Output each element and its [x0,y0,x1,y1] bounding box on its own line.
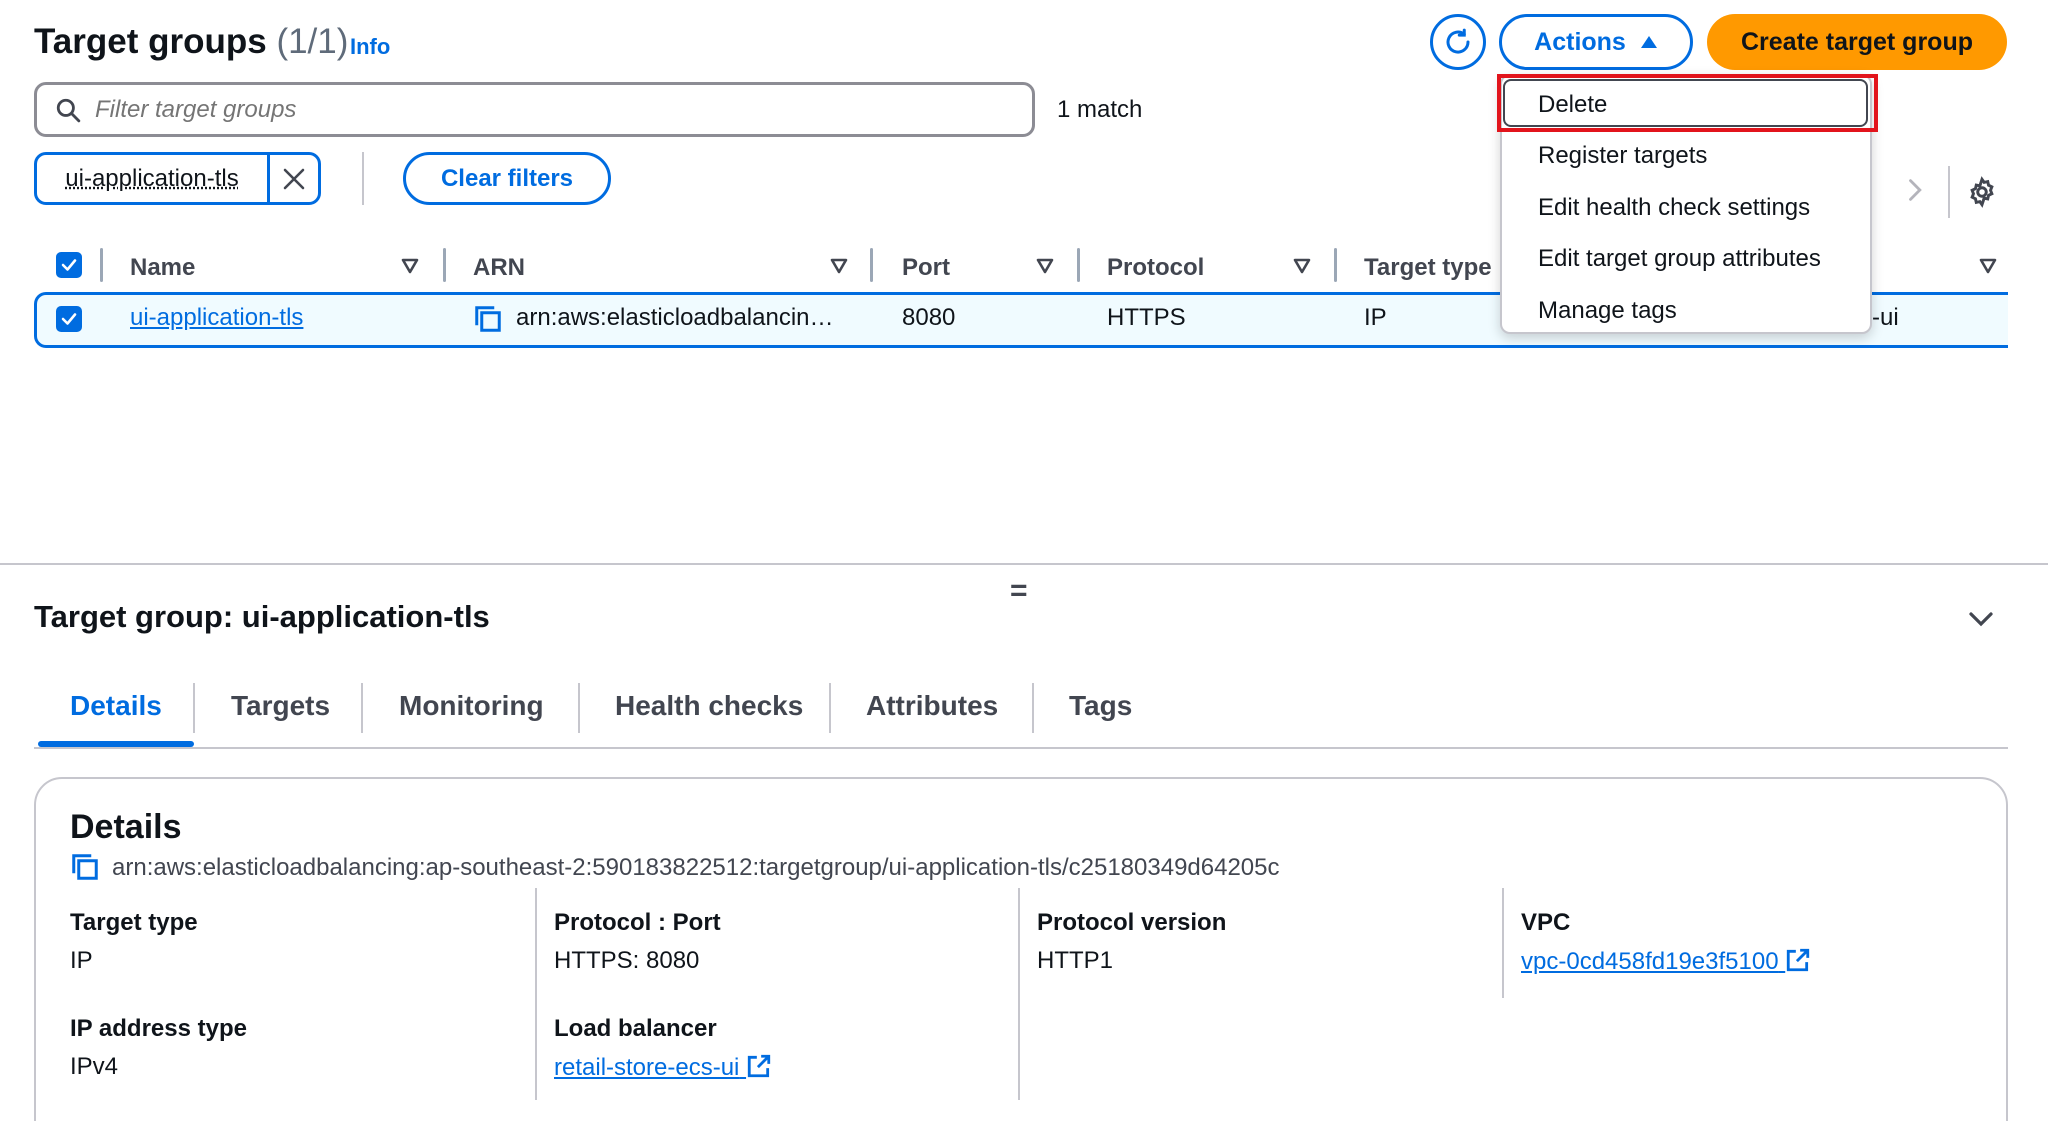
filter-box[interactable] [34,82,1035,137]
vpc-link-text: vpc-0cd458fd19e3f5100 [1521,948,1779,975]
protocol-port-label: Protocol : Port [554,909,721,936]
chevron-right-icon[interactable] [1900,176,1928,204]
split-panel-divider[interactable] [0,563,2048,565]
tab-divider [361,683,363,733]
vpc-link[interactable]: vpc-0cd458fd19e3f5100 [1521,947,1811,976]
close-icon [283,168,305,189]
delete-highlight-box [1497,74,1878,132]
gear-icon[interactable] [1966,176,1998,208]
protocol-version-value: HTTP1 [1037,947,1114,974]
tab-attributes[interactable]: Attributes [866,690,998,722]
search-icon [56,98,81,122]
chevron-down-icon[interactable] [1966,604,1996,634]
menu-item-manage-tags[interactable]: Manage tags [1538,297,1677,325]
details-heading: Details [70,808,182,846]
menu-item-edit-attributes[interactable]: Edit target group attributes [1538,245,1821,273]
copy-icon[interactable] [473,304,503,334]
vpc-label: VPC [1521,909,1571,936]
column-header-port[interactable]: Port [902,248,950,288]
filter-input[interactable] [95,95,975,124]
refresh-icon [1446,28,1470,54]
ip-address-type-label: IP address type [70,1015,247,1042]
tab-divider [829,683,831,733]
tab-health-checks[interactable]: Health checks [615,690,803,722]
arn-cell: arn:aws:elasticloadbalancin… [516,304,834,331]
refresh-button[interactable] [1430,14,1486,70]
load-balancer-label: Load balancer [554,1015,717,1042]
divider [1948,166,1950,218]
row-checkbox[interactable] [56,306,82,332]
check-icon [61,313,77,325]
selection-count: (1/1) [276,22,349,61]
column-divider [1077,248,1080,282]
menu-item-edit-health-check[interactable]: Edit health check settings [1538,194,1810,222]
sort-icon[interactable] [1035,256,1055,276]
column-header-name[interactable]: Name [130,248,195,288]
filter-token-label[interactable]: ui-application-tls [37,155,267,202]
target-type-value: IP [70,947,93,974]
ip-address-type-value: IPv4 [70,1053,119,1080]
protocol-cell: HTTPS [1107,304,1186,331]
tab-details[interactable]: Details [70,690,162,722]
copy-icon[interactable] [70,852,100,882]
column-header-protocol[interactable]: Protocol [1107,248,1204,288]
tab-divider [193,683,195,733]
check-icon [61,259,77,271]
sort-icon[interactable] [1292,256,1312,276]
remove-filter-button[interactable] [267,155,318,202]
page-title-text: Target groups [34,22,267,61]
menu-item-register-targets[interactable]: Register targets [1538,142,1707,170]
clear-filters-button[interactable]: Clear filters [403,152,611,205]
column-divider [100,248,103,282]
port-cell: 8080 [902,304,956,331]
details-arn: arn:aws:elasticloadbalancing:ap-southeas… [112,854,1280,881]
sort-icon[interactable] [400,256,420,276]
column-header-arn[interactable]: ARN [473,248,525,288]
tab-tags[interactable]: Tags [1069,690,1132,722]
column-divider [535,888,537,1100]
tab-monitoring[interactable]: Monitoring [399,690,544,722]
info-link[interactable]: Info [350,34,390,60]
tab-divider [578,683,580,733]
select-all-checkbox[interactable] [56,252,82,278]
external-link-icon [747,1054,771,1078]
actions-label: Actions [1534,27,1626,56]
column-divider [1018,888,1020,1100]
load-balancer-link[interactable]: retail-store-ecs-ui [554,1053,772,1082]
caret-up-icon [1640,36,1657,48]
create-target-group-button[interactable]: Create target group [1707,14,2007,70]
external-link-icon [1787,948,1810,972]
column-divider [870,248,873,282]
protocol-version-label: Protocol version [1037,909,1227,936]
tab-divider [1032,683,1034,733]
column-divider [1502,888,1504,998]
actions-button[interactable]: Actions [1499,14,1693,70]
protocol-port-value: HTTPS: 8080 [554,947,700,974]
tab-targets[interactable]: Targets [231,690,330,722]
target-type-label: Target type [70,909,198,936]
target-type-cell: IP [1364,304,1387,331]
panel-title: Target group: ui-application-tls [34,599,490,634]
target-group-name-link[interactable]: ui-application-tls [130,304,303,332]
load-balancer-cell: -ui [1872,304,1899,331]
tabs-divider [34,747,2008,749]
column-divider [1334,248,1337,282]
divider [362,152,364,205]
sort-icon[interactable] [1978,256,1998,276]
sort-icon[interactable] [829,256,849,276]
column-divider [443,248,446,282]
filter-token: ui-application-tls [34,152,321,205]
match-count: 1 match [1057,96,1143,123]
column-header-target-type[interactable]: Target type [1364,248,1492,288]
load-balancer-link-text: retail-store-ecs-ui [554,1054,740,1081]
drag-handle-icon[interactable]: = [1010,574,1028,608]
page-title: Target groups (1/1) [34,22,348,62]
